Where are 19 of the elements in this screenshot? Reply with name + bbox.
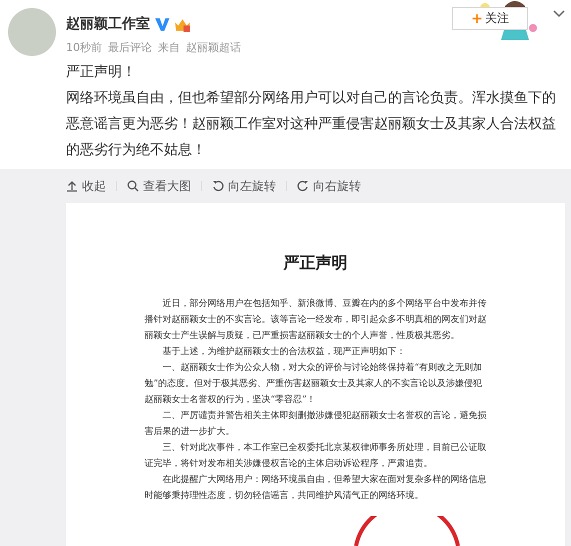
document-paragraph: 一、赵丽颖女士作为公众人物，对大众的评价与讨论始终保持着“有则改之无则加勉”的态度。但对于极其恶劣、严重伤害赵丽颖女士及其家人的不实言论以及涉嫌侵犯赵丽颖女士名誉权的行为，坚决“零容忍”！ <box>144 362 484 407</box>
post-text: 严正声明！ <box>66 63 137 82</box>
toolbar-link[interactable]: 向左旋转 <box>212 178 276 194</box>
document-paragraph: 三、针对此次事件，本工作室已全权委托北京某权律师事务所处理，目前已公证取证完毕，将针对发布相关涉嫌侵权言论的主体启动诉讼程序，严肃追责。 <box>144 441 486 471</box>
post-text: 网络环境虽自由，但也希望部分网络用户可以对自己的言论负责。浑水摸鱼下的恶意谣言更为恶劣！赵丽颖工作室对这种严重侵害赵丽颖女士及其家人合法权益的恶劣行为绝不姑息！ <box>66 89 557 160</box>
meta-text: 赵丽颖超话 <box>186 40 241 55</box>
meta-text: 最后评论 <box>108 40 152 55</box>
document-paragraph: 二、严厉谴责并警告相关主体即刻删撤涉嫌侵犯赵丽颖女士名誉权的言论，避免损害后果的进一步扩大。 <box>144 410 486 439</box>
document-paragraph: 在此提醒广大网络用户：网络环境虽自由，但希望大家在面对复杂多样的网络信息时能够秉持理性态度，切勿轻信谣言，共同维护风清气正的网络环境。 <box>144 474 486 503</box>
author-name[interactable]: 赵丽颖工作室 <box>66 15 150 33</box>
meta-text: 来自 <box>158 40 180 55</box>
document-paragraph: 近日，部分网络用户在包括知乎、新浪微博、豆瓣在内的多个网络平台中发布并传播针对赵丽颖女士的不实言论。该等言论一经发布，即引起众多不明真相的网友们对赵丽颖女士产生误解与质疑，已严重损害赵丽颖女士的个人声誉，性质极其恶劣。 <box>144 298 486 343</box>
toolbar-link[interactable]: 向右旋转 <box>297 178 361 194</box>
toolbar-link[interactable]: 收起 <box>66 178 106 194</box>
meta-text: 10秒前 <box>66 40 102 55</box>
document-paragraph: 基于上述，为维护赵丽颖女士的合法权益，现严正声明如下： <box>162 346 406 359</box>
follow-button[interactable]: +关注 <box>452 7 528 30</box>
toolbar-link[interactable]: 查看大图 <box>127 178 191 194</box>
document-title: 严正声明 <box>284 253 348 274</box>
